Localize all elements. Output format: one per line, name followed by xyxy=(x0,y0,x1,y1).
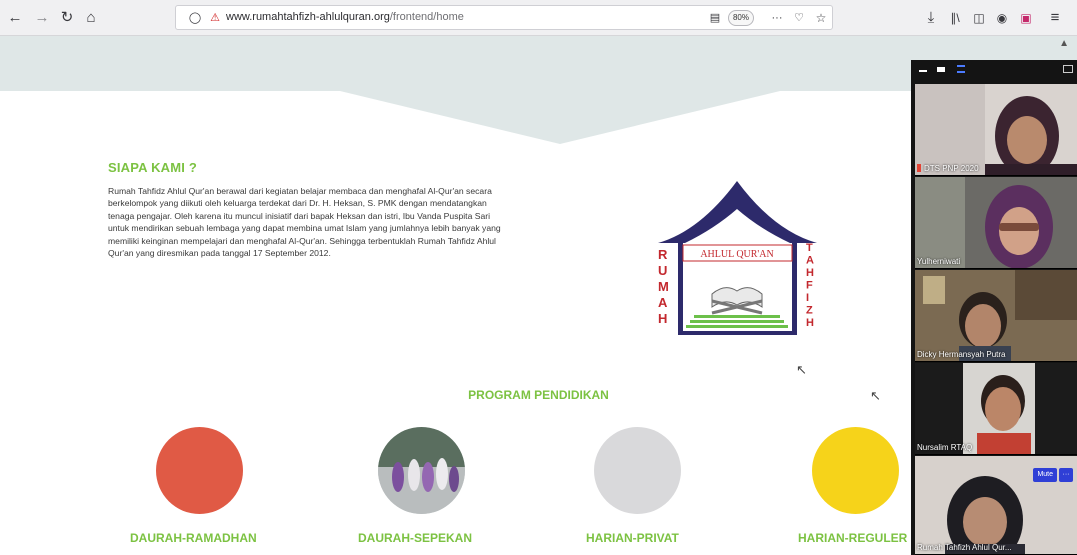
url-host: www.rumahtahfizh-ahlulquran.org xyxy=(226,11,390,23)
mouse-cursor-icon: ↖ xyxy=(796,362,807,377)
insecure-lock-icon[interactable]: ⚠ xyxy=(206,8,224,28)
logo-letter-0: R xyxy=(658,247,668,262)
logo-letter-1: A xyxy=(806,255,814,267)
logo-letter-0: T xyxy=(806,242,813,254)
participant-tile[interactable]: Nursalim RTAQ xyxy=(915,363,1077,455)
logo-banner-text: AHLUL QUR'AN xyxy=(700,249,773,260)
rumah-tahfizh-logo: AHLUL QUR'AN RUMAH TAHFIZH xyxy=(658,181,817,335)
pocket-icon[interactable]: ♡ xyxy=(790,8,808,28)
participant-name: DTS PNP 2020 xyxy=(917,164,979,173)
participant-video xyxy=(915,177,1077,268)
participant-tile[interactable]: Dicky Hermansyah Putra xyxy=(915,270,1077,362)
page-actions-icon[interactable]: ··· xyxy=(768,8,786,28)
minimize-icon[interactable] xyxy=(919,70,927,72)
scroll-up-arrow-icon[interactable]: ▲ xyxy=(1059,38,1069,49)
back-icon[interactable]: ← xyxy=(6,8,24,28)
extension-icon[interactable]: ▣ xyxy=(1017,8,1035,28)
more-options-button[interactable]: ··· xyxy=(1059,468,1073,482)
logo-letter-4: I xyxy=(806,292,809,304)
logo-letter-4: H xyxy=(658,311,667,326)
participant-video xyxy=(915,270,1077,361)
zoom-level-badge[interactable]: 80% xyxy=(728,10,754,26)
url-text[interactable]: www.rumahtahfizh-ahlulquran.org/frontend… xyxy=(226,11,464,23)
url-bar[interactable]: ◯ ⚠ www.rumahtahfizh-ahlulquran.org/fron… xyxy=(175,5,833,30)
participant-name: Rumah Tahfizh Ahlul Qur... xyxy=(917,543,1012,552)
logo-letter-2: M xyxy=(658,279,669,294)
participant-name: Nursalim RTAQ xyxy=(917,443,973,452)
logo-letter-3: F xyxy=(806,280,813,292)
participant-name: Dicky Hermansyah Putra xyxy=(917,350,1006,359)
downloads-icon[interactable]: ⤓ xyxy=(922,8,940,28)
about-title: SIAPA KAMI ? xyxy=(108,160,198,175)
program-label-harian-reguler[interactable]: HARIAN-REGULER xyxy=(798,531,907,545)
logo-letter-3: A xyxy=(658,295,668,310)
mute-button[interactable]: Mute xyxy=(1033,468,1057,482)
logo-letter-6: H xyxy=(806,317,814,329)
popout-icon[interactable] xyxy=(1063,65,1073,73)
logo-letter-5: Z xyxy=(806,305,813,317)
participant-tile[interactable]: Yulherniwati xyxy=(915,177,1077,269)
participant-name: Yulherniwati xyxy=(917,257,961,266)
program-photo xyxy=(378,427,465,514)
restore-icon[interactable] xyxy=(937,67,945,72)
participant-tile[interactable]: DTS PNP 2020 xyxy=(915,84,1077,176)
program-image-daurah-sepekan[interactable] xyxy=(378,427,465,514)
browser-toolbar: ← → ↻ ⌂ ◯ ⚠ www.rumahtahfizh-ahlulquran.… xyxy=(0,0,1077,36)
participant-video xyxy=(915,363,1077,454)
logo-letter-1: U xyxy=(658,263,667,278)
program-image-harian-reguler[interactable] xyxy=(812,427,899,514)
home-icon[interactable]: ⌂ xyxy=(82,8,100,28)
quran-book-icon xyxy=(711,287,763,315)
mouse-cursor-icon: ↖ xyxy=(870,388,881,403)
library-icon[interactable]: ∥\ xyxy=(946,8,964,28)
program-image-harian-privat[interactable] xyxy=(594,427,681,514)
program-image-daurah-ramadhan[interactable] xyxy=(156,427,243,514)
shield-icon[interactable]: ◯ xyxy=(186,8,204,28)
forward-icon[interactable]: → xyxy=(33,8,51,28)
sidebar-icon[interactable]: ◫ xyxy=(970,8,988,28)
account-icon[interactable]: ◉ xyxy=(993,8,1011,28)
participant-video xyxy=(915,84,1077,175)
mic-muted-icon xyxy=(917,164,921,172)
url-path: /frontend/home xyxy=(389,11,464,23)
logo-letter-2: H xyxy=(806,267,814,279)
bookmark-star-icon[interactable]: ☆ xyxy=(812,8,830,28)
video-call-panel: DTS PNP 2020 Yulherniwati Dicky Hermansy… xyxy=(911,60,1077,555)
program-label-daurah-ramadhan[interactable]: DAURAH-RAMADHAN xyxy=(130,531,257,545)
reload-icon[interactable]: ↻ xyxy=(58,8,76,28)
about-paragraph: Rumah Tahfidz Ahlul Qur'an berawal dari … xyxy=(108,186,501,259)
program-label-daurah-sepekan[interactable]: DAURAH-SEPEKAN xyxy=(358,531,472,545)
layout-icon[interactable] xyxy=(957,65,965,73)
reader-view-icon[interactable]: ▤ xyxy=(706,8,724,28)
program-label-harian-privat[interactable]: HARIAN-PRIVAT xyxy=(586,531,679,545)
call-panel-header xyxy=(911,60,1077,82)
menu-icon[interactable]: ≡ xyxy=(1046,8,1064,28)
